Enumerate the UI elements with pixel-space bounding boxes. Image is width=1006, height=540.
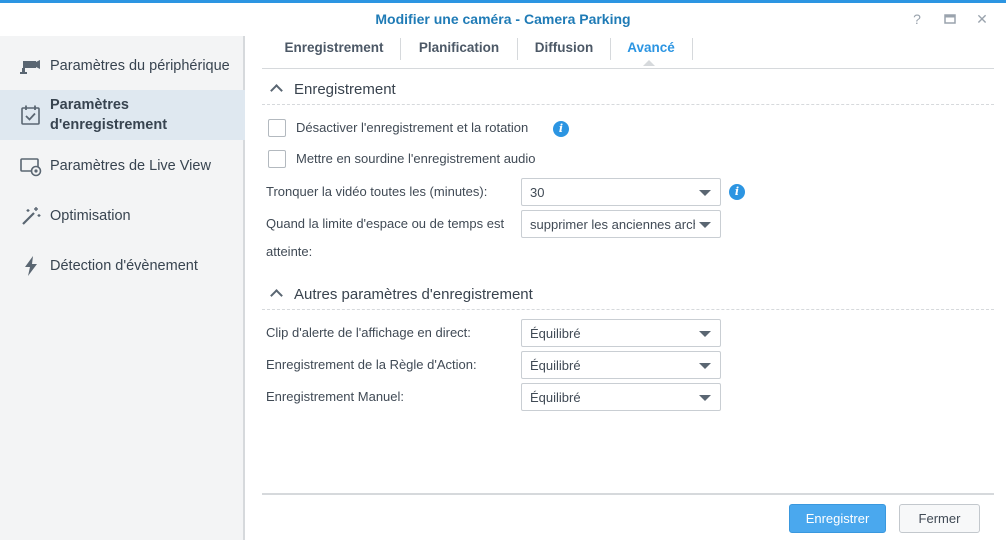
disable-rotation-checkbox[interactable] [268, 119, 286, 137]
chevron-down-icon [699, 190, 711, 196]
footer-divider [262, 493, 994, 495]
chevron-down-icon [699, 222, 711, 228]
monitor-icon [20, 155, 42, 177]
live-alert-value: Équilibré [530, 326, 581, 341]
tab-recording[interactable]: Enregistrement [270, 36, 398, 69]
limit-action-value: supprimer les anciennes archives [530, 217, 695, 232]
limit-action-select[interactable]: supprimer les anciennes archives [521, 210, 721, 238]
lightning-icon [20, 255, 42, 277]
mute-audio-label: Mettre en sourdine l'enregistrement audi… [296, 151, 536, 166]
info-icon[interactable]: i [553, 121, 569, 137]
camera-icon [20, 55, 42, 77]
sidebar-item-live-view-settings[interactable]: Paramètres de Live View [0, 141, 245, 191]
section-header-other-recording[interactable]: Autres paramètres d'enregistrement [262, 284, 994, 310]
live-alert-label: Clip d'alerte de l'affichage en direct: [266, 325, 471, 340]
sidebar-item-recording-settings[interactable]: Paramètres d'enregistrement [0, 90, 245, 140]
calendar-check-icon [20, 104, 42, 126]
chevron-down-icon [699, 395, 711, 401]
manual-recording-value: Équilibré [530, 390, 581, 405]
sidebar-item-label: Paramètres du périphérique [50, 58, 230, 74]
limit-label-continued: atteinte: [266, 244, 313, 259]
chevron-down-icon [699, 363, 711, 369]
action-rule-select[interactable]: Équilibré [521, 351, 721, 379]
truncate-select[interactable]: 30 [521, 178, 721, 206]
manual-recording-select[interactable]: Équilibré [521, 383, 721, 411]
action-rule-value: Équilibré [530, 358, 581, 373]
tab-divider [610, 38, 611, 60]
section-title: Autres paramètres d'enregistrement [294, 286, 533, 303]
action-rule-label: Enregistrement de la Règle d'Action: [266, 357, 477, 372]
active-tab-indicator [643, 60, 655, 66]
chevron-down-icon [699, 331, 711, 337]
tab-schedule[interactable]: Planification [402, 36, 516, 69]
tab-bar: Enregistrement Planification Diffusion A… [262, 36, 994, 69]
chevron-up-icon [270, 84, 283, 97]
info-icon[interactable]: i [729, 184, 745, 200]
sidebar-item-label: Paramètres d'enregistrement [50, 97, 168, 133]
help-icon[interactable]: ? [907, 9, 927, 29]
truncate-value: 30 [530, 185, 545, 200]
mute-audio-checkbox[interactable] [268, 150, 286, 168]
title-bar: Modifier une caméra - Camera Parking ? ✕ [0, 3, 1006, 36]
tab-divider [400, 38, 401, 60]
window-title: Modifier une caméra - Camera Parking [375, 11, 631, 27]
manual-recording-label: Enregistrement Manuel: [266, 389, 405, 404]
section-header-recording[interactable]: Enregistrement [262, 79, 994, 105]
save-button[interactable]: Enregistrer [789, 504, 886, 533]
tab-divider [517, 38, 518, 60]
magic-wand-icon [20, 205, 42, 227]
sidebar-item-label: Détection d'évènement [50, 258, 198, 274]
sidebar-item-device-settings[interactable]: Paramètres du périphérique [0, 41, 245, 91]
close-icon[interactable]: ✕ [972, 9, 992, 29]
disable-rotation-checkbox-row[interactable]: Désactiver l'enregistrement et la rotati… [268, 119, 558, 139]
sidebar-item-label: Paramètres de Live View [50, 158, 211, 174]
truncate-label: Tronquer la vidéo toutes les (minutes): [266, 184, 488, 199]
close-button[interactable]: Fermer [899, 504, 980, 533]
sidebar-item-label: Optimisation [50, 208, 131, 224]
chevron-up-icon [270, 289, 283, 302]
maximize-icon[interactable] [940, 9, 960, 29]
sidebar-item-optimization[interactable]: Optimisation [0, 191, 245, 241]
live-alert-select[interactable]: Équilibré [521, 319, 721, 347]
tab-streaming[interactable]: Diffusion [519, 36, 609, 69]
disable-rotation-label: Désactiver l'enregistrement et la rotati… [296, 120, 529, 135]
sidebar-item-event-detection[interactable]: Détection d'évènement [0, 241, 245, 291]
mute-audio-checkbox-row[interactable]: Mettre en sourdine l'enregistrement audi… [268, 150, 558, 170]
limit-label: Quand la limite d'espace ou de temps est [266, 216, 505, 231]
section-title: Enregistrement [294, 81, 396, 98]
sidebar: Paramètres du périphérique Paramètres d'… [0, 36, 245, 540]
tab-divider [692, 38, 693, 60]
